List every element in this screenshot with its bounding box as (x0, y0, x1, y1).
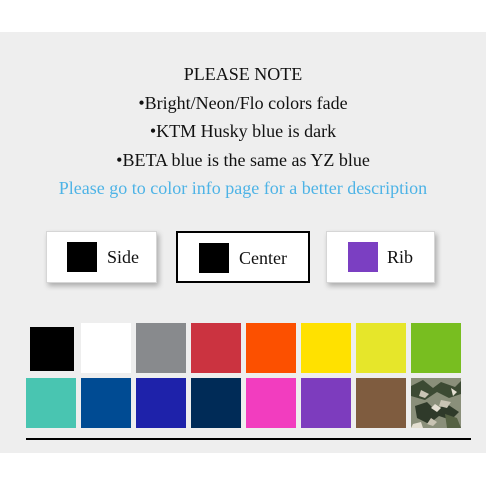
color-swatch[interactable] (301, 323, 351, 373)
color-swatch[interactable] (411, 323, 461, 373)
notice-heading: PLEASE NOTE (183, 64, 303, 84)
center-option-label: Center (239, 248, 287, 268)
rib-option-button[interactable]: Rib (326, 231, 435, 283)
color-swatch[interactable] (246, 323, 296, 373)
side-option-label: Side (107, 247, 140, 267)
color-swatch[interactable] (191, 378, 241, 428)
color-swatch[interactable] (136, 378, 186, 428)
color-swatch-camo[interactable] (411, 378, 461, 428)
color-swatch[interactable] (356, 378, 406, 428)
color-swatch[interactable] (81, 323, 131, 373)
side-color-swatch (67, 242, 97, 272)
color-swatch-grid (26, 323, 462, 428)
color-swatch[interactable] (356, 323, 406, 373)
center-option-button[interactable]: Center (176, 231, 310, 283)
rib-option-label: Rib (387, 247, 414, 267)
color-swatch[interactable] (26, 378, 76, 428)
color-swatch[interactable] (81, 378, 131, 428)
notice-line-fade: •Bright/Neon/Flo colors fade (138, 92, 348, 113)
color-swatch[interactable] (136, 323, 186, 373)
notice-line-ktm: •KTM Husky blue is dark (149, 121, 337, 141)
center-color-swatch (199, 243, 229, 273)
notice-line-beta: •BETA blue is the same as YZ blue (116, 149, 370, 170)
divider-line (26, 438, 471, 440)
rib-color-swatch (348, 242, 378, 272)
notice-block: PLEASE NOTE •Bright/Neon/Flo colors fade… (0, 60, 486, 203)
color-swatch[interactable] (30, 327, 74, 371)
color-info-link[interactable]: Please go to color info page for a bette… (0, 174, 486, 203)
side-option-button[interactable]: Side (46, 231, 157, 283)
color-swatch[interactable] (246, 378, 296, 428)
color-swatch[interactable] (191, 323, 241, 373)
color-swatch[interactable] (301, 378, 351, 428)
